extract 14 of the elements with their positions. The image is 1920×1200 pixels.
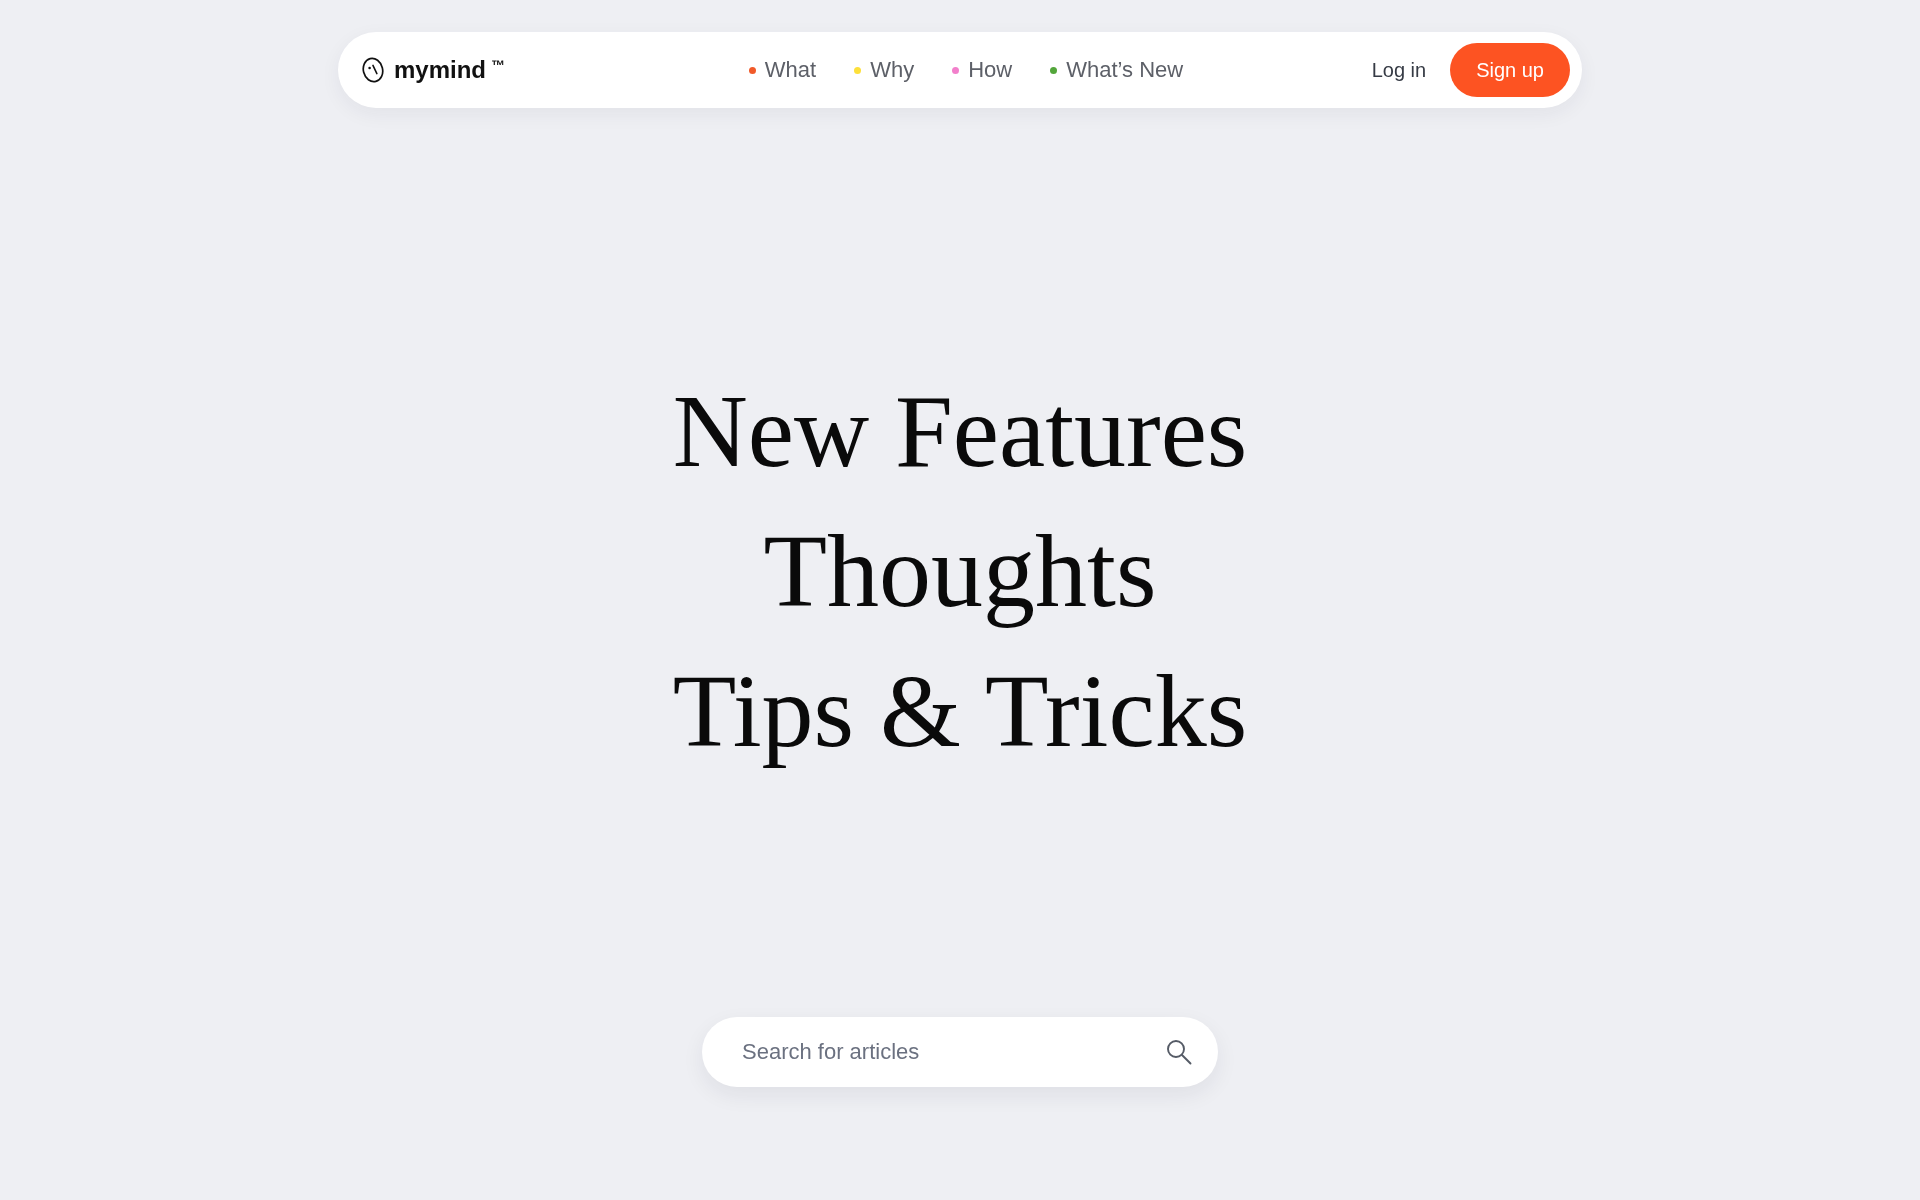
logo-link[interactable]: mymind (362, 57, 486, 83)
logo-icon (362, 57, 384, 83)
sign-up-button[interactable]: Sign up (1450, 43, 1570, 97)
log-in-link[interactable]: Log in (1371, 60, 1427, 80)
nav-link[interactable]: What’s New (1050, 59, 1184, 81)
nav-link[interactable]: How (952, 59, 1013, 81)
search-icon[interactable] (1166, 1039, 1192, 1065)
headline: Thoughts (763, 512, 1157, 630)
headline: Tips & Tricks (672, 652, 1248, 770)
nav-link[interactable]: What (748, 59, 817, 81)
nav-link[interactable]: Why (854, 59, 915, 81)
search-field[interactable]: Search for articles (702, 1017, 1218, 1087)
trademark-symbol: ™ (491, 58, 505, 72)
headline: New Features (672, 372, 1248, 490)
